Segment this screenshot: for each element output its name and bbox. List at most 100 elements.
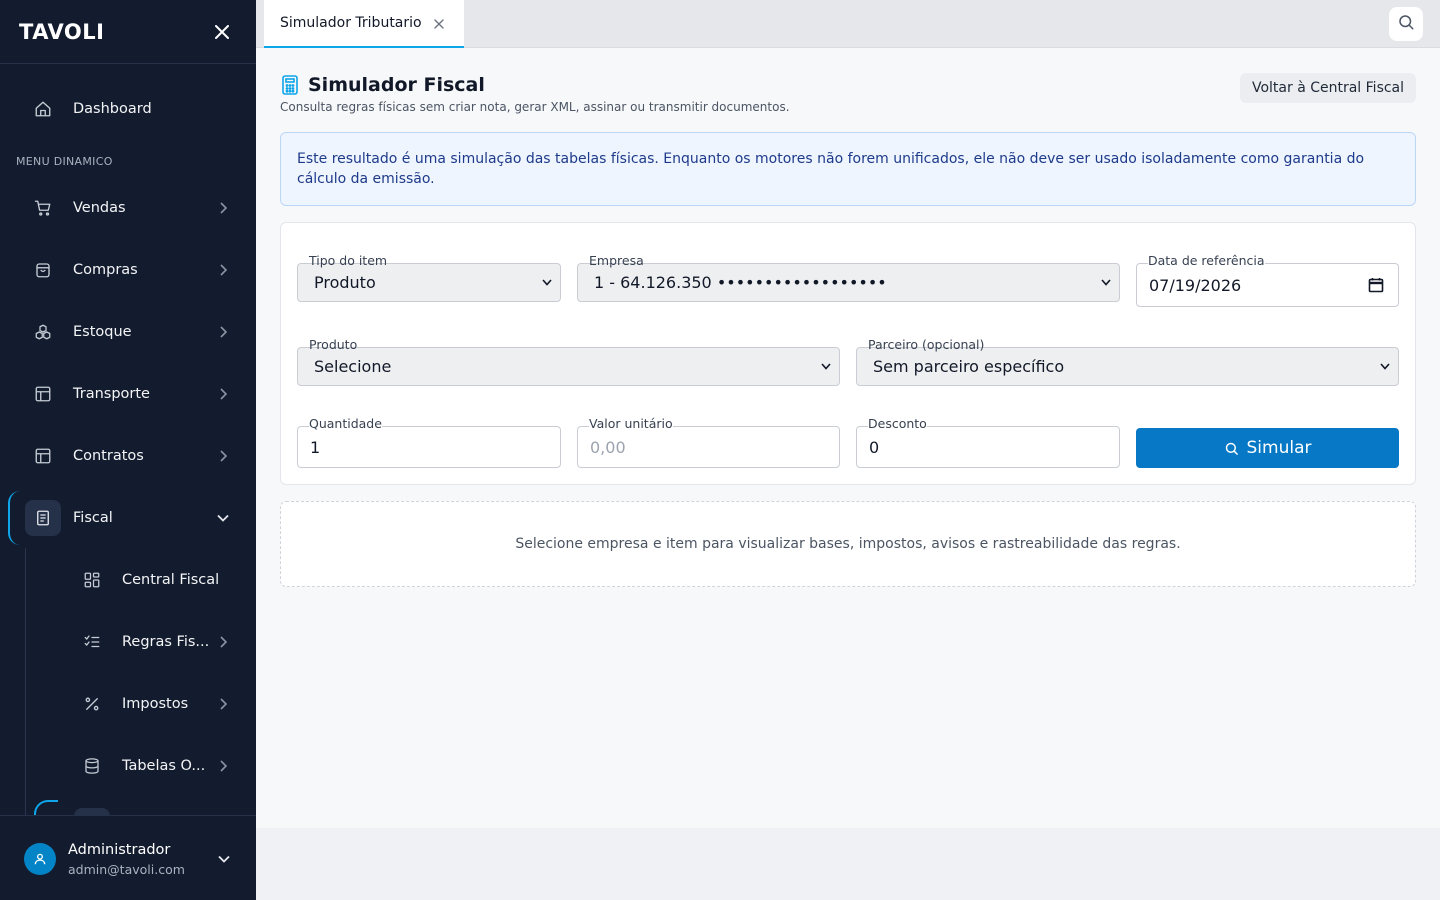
field-label: Tipo do item	[309, 253, 388, 268]
home-icon	[33, 99, 53, 119]
sidebar-subitem-label: Regras Fis...	[122, 634, 210, 650]
field-label: Quantidade	[309, 416, 382, 432]
main-content: Simulador Fiscal Consulta regras físicas…	[256, 48, 1440, 828]
sidebar-item-label: Compras	[73, 262, 138, 278]
grid-icon	[82, 570, 102, 590]
search-button[interactable]	[1389, 7, 1423, 41]
sidebar-subitem-label: Central Fiscal	[122, 572, 220, 588]
empty-state: Selecione empresa e item para visualizar…	[280, 501, 1416, 587]
produto-select[interactable]: Selecione	[297, 347, 840, 386]
data-referencia-field: 07/19/2026 Data de referência	[1136, 253, 1399, 307]
boxes-icon	[33, 322, 53, 342]
sidebar-item-fiscal[interactable]: Fiscal	[0, 493, 256, 543]
user-name: Administrador	[68, 842, 171, 858]
sidebar-item-dashboard[interactable]: Dashboard	[0, 84, 256, 134]
produto-field: Selecione Produto	[297, 337, 840, 386]
chevron-right-icon	[216, 387, 230, 401]
input-placeholder: 0,00	[590, 437, 626, 457]
chevron-right-icon	[216, 201, 230, 215]
sidebar-header: TAVOLI	[0, 0, 256, 64]
select-value: Sem parceiro específico	[873, 357, 1065, 376]
search-icon	[1397, 13, 1415, 35]
simulation-notice: Este resultado é uma simulação das tabel…	[280, 132, 1416, 206]
chevron-down-icon	[1380, 362, 1390, 372]
tipo-item-field: Produto Tipo do item	[297, 253, 561, 302]
tab-bar: Simulador Tributario	[256, 0, 1440, 48]
close-tab-icon[interactable]	[432, 17, 446, 31]
chevron-right-icon	[216, 263, 230, 277]
input-value: 1	[310, 437, 321, 457]
sidebar-item-label: Dashboard	[73, 101, 152, 117]
sidebar-subitem-label: Tabelas O...	[122, 758, 206, 774]
chevron-right-icon	[216, 449, 230, 463]
input-value: 07/19/2026	[1149, 275, 1242, 295]
tab-label: Simulador Tributario	[280, 15, 422, 31]
chevron-down-icon	[542, 278, 552, 288]
brand-logo: TAVOLI	[19, 19, 105, 44]
back-to-central-fiscal-button[interactable]: Voltar à Central Fiscal	[1240, 73, 1416, 103]
sidebar-item-vendas[interactable]: Vendas	[0, 183, 256, 233]
calendar-icon[interactable]	[1368, 277, 1384, 293]
user-profile: Administrador admin@tavoli.com	[0, 815, 256, 900]
valor-unitario-field: 0,00 Valor unitário	[577, 416, 840, 468]
sidebar-item-label: Transporte	[73, 386, 150, 402]
field-label: Empresa	[589, 253, 644, 268]
simular-button-label: Simular	[1246, 438, 1312, 458]
valor-unitario-input[interactable]: 0,00	[577, 426, 840, 468]
sidebar-item-contratos[interactable]: Contratos	[0, 431, 256, 481]
chevron-right-icon	[216, 697, 230, 711]
input-value: 0	[869, 437, 880, 457]
chevron-down-icon[interactable]	[216, 851, 232, 867]
parceiro-field: Sem parceiro específico Parceiro (opcion…	[856, 337, 1399, 386]
simular-button[interactable]: Simular	[1136, 428, 1399, 468]
sidebar-item-label: Contratos	[73, 448, 144, 464]
chevron-down-icon	[216, 511, 230, 525]
sidebar-subitem-central-fiscal[interactable]: Central Fiscal	[0, 555, 256, 605]
sidebar-subitem-impostos[interactable]: Impostos	[0, 679, 256, 729]
chevron-down-icon	[821, 362, 831, 372]
sidebar-subitem-label: Impostos	[122, 696, 189, 712]
sidebar-item-label: Estoque	[73, 324, 132, 340]
data-referencia-input[interactable]: 07/19/2026	[1136, 263, 1399, 307]
document-icon	[33, 508, 53, 528]
desconto-field: 0 Desconto	[856, 416, 1120, 468]
sidebar-subitem-tabelas[interactable]: Tabelas O...	[0, 741, 256, 791]
quantidade-input[interactable]: 1	[297, 426, 561, 468]
empresa-select[interactable]: 1 - 64.126.350 ••••••••••••••••••	[577, 263, 1120, 302]
search-icon	[1225, 442, 1238, 455]
quantidade-field: 1 Quantidade	[297, 416, 561, 468]
select-value: Produto	[314, 273, 376, 292]
sidebar-item-compras[interactable]: Compras	[0, 245, 256, 295]
footer-area	[256, 828, 1440, 900]
close-sidebar-icon[interactable]	[212, 22, 232, 42]
avatar[interactable]	[24, 843, 56, 875]
field-label: Parceiro (opcional)	[868, 337, 985, 352]
chevron-right-icon	[216, 325, 230, 339]
field-label: Valor unitário	[589, 416, 673, 432]
empresa-field: 1 - 64.126.350 •••••••••••••••••• Empres…	[577, 253, 1120, 302]
chevron-right-icon	[216, 635, 230, 649]
sidebar-item-estoque[interactable]: Estoque	[0, 307, 256, 357]
percent-icon	[82, 694, 102, 714]
sidebar-subitem-regras-fiscais[interactable]: Regras Fis...	[0, 617, 256, 667]
page-header: Simulador Fiscal	[280, 74, 485, 96]
select-value: Selecione	[314, 357, 392, 376]
checklist-icon	[82, 632, 102, 652]
sidebar-item-label: Vendas	[73, 200, 126, 216]
chevron-right-icon	[216, 759, 230, 773]
page-title: Simulador Fiscal	[308, 74, 485, 96]
cart-icon	[33, 198, 53, 218]
field-label: Desconto	[868, 416, 927, 432]
layout-icon	[33, 384, 53, 404]
select-value: 1 - 64.126.350 ••••••••••••••••••	[594, 273, 887, 292]
field-label: Data de referência	[1148, 253, 1265, 269]
chevron-down-icon	[1101, 278, 1111, 288]
bag-icon	[33, 260, 53, 280]
sidebar-item-transporte[interactable]: Transporte	[0, 369, 256, 419]
user-email: admin@tavoli.com	[68, 862, 185, 877]
layout-icon	[33, 446, 53, 466]
tab-simulador-tributario[interactable]: Simulador Tributario	[264, 0, 464, 48]
sidebar-item-label: Fiscal	[73, 510, 113, 526]
sidebar: TAVOLI Dashboard MENU DINAMICO Vendas Co…	[0, 0, 256, 900]
desconto-input[interactable]: 0	[856, 426, 1120, 468]
